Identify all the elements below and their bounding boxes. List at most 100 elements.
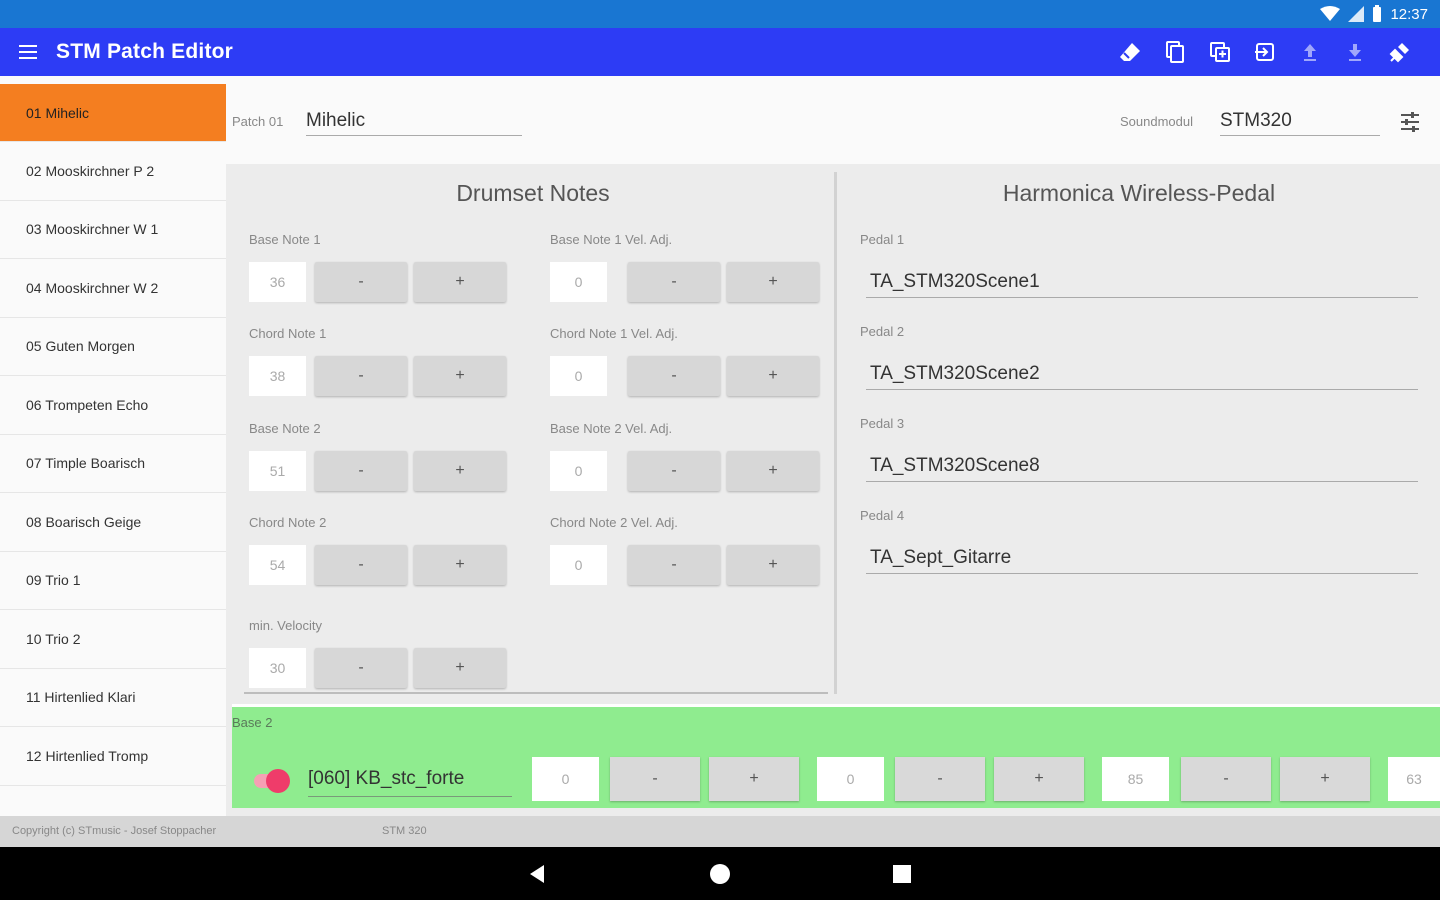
chord-note-1-vel-input[interactable]: 0 <box>550 356 607 396</box>
download-icon <box>1348 44 1361 61</box>
patch-editor: Patch 01 Mihelic Soundmodul STM320 Drums… <box>226 76 1440 816</box>
patch-list-item[interactable]: 08 Boarisch Geige <box>0 493 226 552</box>
patch-list-item[interactable]: 07 Timple Boarisch <box>0 435 226 493</box>
decrement-button[interactable]: - <box>628 545 720 585</box>
connect-button[interactable] <box>1377 28 1422 76</box>
base-2-value-input[interactable]: 0 <box>817 757 884 801</box>
chord-note-2-vel-input[interactable]: 0 <box>550 545 607 585</box>
menu-icon[interactable] <box>0 28 56 76</box>
base-2-label: Base 2 <box>232 715 273 730</box>
pedal-3-input[interactable]: TA_STM320Scene8 <box>866 452 1418 482</box>
field-label: Chord Note 1 <box>249 326 327 341</box>
decrement-button[interactable]: - <box>315 262 407 302</box>
patch-list-item[interactable]: 09 Trio 1 <box>0 552 226 610</box>
duplicate-icon <box>1209 42 1230 62</box>
import-button[interactable] <box>1242 28 1287 76</box>
patch-list-item[interactable]: 03 Mooskirchner W 1 <box>0 201 226 259</box>
patch-list-item[interactable]: 12 Hirtenlied Tromp <box>0 727 226 786</box>
patch-list-item[interactable]: 01 Mihelic <box>0 84 226 142</box>
copy-button[interactable] <box>1152 28 1197 76</box>
back-icon[interactable] <box>524 861 550 887</box>
increment-button[interactable]: + <box>414 262 506 302</box>
increment-button[interactable]: + <box>414 545 506 585</box>
base-2-toggle[interactable] <box>254 769 290 793</box>
decrement-button[interactable]: - <box>895 757 985 801</box>
soundmodul-input[interactable]: STM320 <box>1220 108 1380 136</box>
field-label: Pedal 3 <box>860 416 905 431</box>
patch-list-item[interactable]: 04 Mooskirchner W 2 <box>0 259 226 318</box>
increment-button[interactable]: + <box>727 356 819 396</box>
patch-name-input[interactable]: Mihelic <box>306 108 522 136</box>
base-2-sound-input[interactable]: [060] KB_stc_forte <box>308 763 512 797</box>
decrement-button[interactable]: - <box>315 356 407 396</box>
field-label: Pedal 4 <box>860 508 905 523</box>
field-label: Base Note 2 Vel. Adj. <box>550 421 673 436</box>
patch-list-item[interactable]: 06 Trompeten Echo <box>0 376 226 435</box>
decrement-button[interactable]: - <box>610 757 700 801</box>
base-note-2-input[interactable]: 51 <box>249 451 306 491</box>
field-label: min. Velocity <box>249 618 322 633</box>
decrement-button[interactable]: - <box>628 262 720 302</box>
base-note-2-vel-input[interactable]: 0 <box>550 451 607 491</box>
patch-list-item[interactable]: 05 Guten Morgen <box>0 318 226 376</box>
field-label: Chord Note 1 Vel. Adj. <box>550 326 678 341</box>
base-note-1-vel-input[interactable]: 0 <box>550 262 607 302</box>
field-label: Pedal 1 <box>860 232 905 247</box>
status-bar: 12:37 <box>0 0 1440 28</box>
increment-button[interactable]: + <box>1280 757 1370 801</box>
increment-button[interactable]: + <box>727 451 819 491</box>
module-text: STM 320 <box>382 825 427 837</box>
base-2-value-input[interactable]: 85 <box>1102 757 1169 801</box>
decrement-button[interactable]: - <box>315 545 407 585</box>
chord-note-2-input[interactable]: 54 <box>249 545 306 585</box>
home-icon[interactable] <box>707 861 733 887</box>
field-label: Base Note 1 Vel. Adj. <box>550 232 673 247</box>
patch-header: Patch 01 Mihelic Soundmodul STM320 <box>226 76 1440 164</box>
patch-list-item[interactable]: 11 Hirtenlied Klari <box>0 669 226 727</box>
increment-button[interactable]: + <box>994 757 1084 801</box>
field-label: Pedal 2 <box>860 324 905 339</box>
pedal-4-input[interactable]: TA_Sept_Gitarre <box>866 544 1418 574</box>
duplicate-button[interactable] <box>1197 28 1242 76</box>
wireless-pedal-panel: Harmonica Wireless-Pedal Pedal 1 TA_STM3… <box>838 164 1440 694</box>
field-label: Base Note 2 <box>249 421 321 436</box>
increment-button[interactable]: + <box>414 356 506 396</box>
base-2-value-input[interactable]: 63 <box>1388 757 1440 801</box>
increment-button[interactable]: + <box>727 545 819 585</box>
min-velocity-input[interactable]: 30 <box>249 648 306 688</box>
navigation-bar <box>0 847 1440 900</box>
divider <box>244 692 828 694</box>
footer: Copyright (c) STmusic - Josef Stoppacher… <box>0 816 1440 847</box>
upload-button[interactable] <box>1287 28 1332 76</box>
decrement-button[interactable]: - <box>628 451 720 491</box>
patch-list-item[interactable]: 10 Trio 2 <box>0 610 226 669</box>
plug-icon <box>1389 43 1409 63</box>
toolbar <box>1107 28 1440 76</box>
tune-icon[interactable] <box>1398 110 1422 134</box>
pedal-1-input[interactable]: TA_STM320Scene1 <box>866 268 1418 298</box>
signal-icon <box>1348 6 1365 22</box>
pedal-title: Harmonica Wireless-Pedal <box>1002 180 1276 206</box>
decrement-button[interactable]: - <box>315 451 407 491</box>
patch-list-item[interactable]: 02 Mooskirchner P 2 <box>0 142 226 201</box>
decrement-button[interactable]: - <box>1181 757 1271 801</box>
pedal-2-input[interactable]: TA_STM320Scene2 <box>866 360 1418 390</box>
import-icon <box>1254 43 1274 61</box>
eraser-button[interactable] <box>1107 28 1152 76</box>
decrement-button[interactable]: - <box>628 356 720 396</box>
field-label: Chord Note 2 Vel. Adj. <box>550 515 678 530</box>
decrement-button[interactable]: - <box>315 648 407 688</box>
panel-divider <box>834 172 837 694</box>
increment-button[interactable]: + <box>414 648 506 688</box>
base-2-value-input[interactable]: 0 <box>532 757 599 801</box>
chord-note-1-input[interactable]: 38 <box>249 356 306 396</box>
increment-button[interactable]: + <box>727 262 819 302</box>
soundmodul-label: Soundmodul <box>1120 114 1193 129</box>
copy-icon <box>1165 41 1184 63</box>
base-note-1-input[interactable]: 36 <box>249 262 306 302</box>
increment-button[interactable]: + <box>709 757 799 801</box>
copyright-text: Copyright (c) STmusic - Josef Stoppacher <box>12 825 217 837</box>
download-button[interactable] <box>1332 28 1377 76</box>
increment-button[interactable]: + <box>414 451 506 491</box>
recents-icon[interactable] <box>889 861 915 887</box>
